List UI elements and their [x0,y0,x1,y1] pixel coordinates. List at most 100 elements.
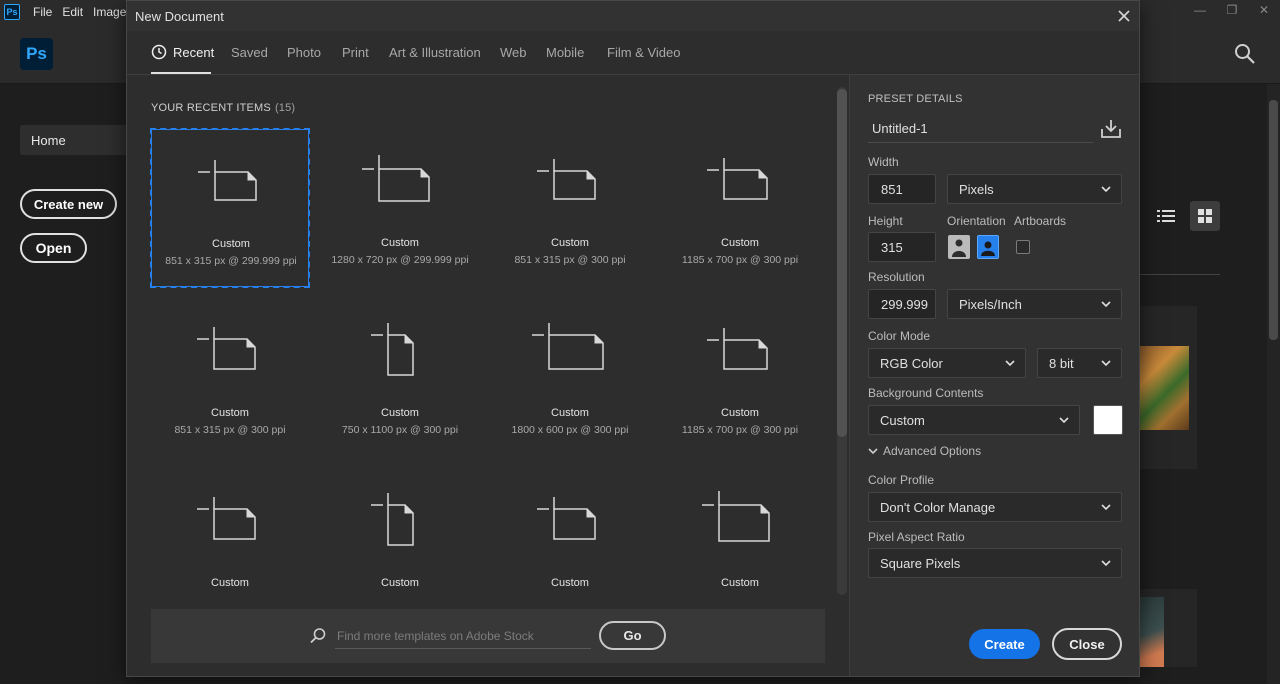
dialog-title: New Document [135,9,224,24]
background-contents-label: Background Contents [868,386,984,400]
artboards-label: Artboards [1014,214,1067,228]
open-button[interactable]: Open [20,233,87,263]
recent-item-name: Custom [551,237,589,249]
grid-view-icon[interactable] [1190,201,1220,231]
list-view-icon[interactable] [1154,204,1178,228]
advanced-options-toggle[interactable]: Advanced Options [868,444,981,458]
document-landscape-icon [702,491,770,542]
app-scrollbar-thumb[interactable] [1269,100,1278,340]
document-name-field[interactable]: Untitled-1 [868,115,1094,143]
pixel-aspect-ratio-label: Pixel Aspect Ratio [868,530,965,544]
recent-item-name: Custom [721,577,759,589]
menu-edit[interactable]: Edit [57,5,88,19]
recent-item[interactable]: Custom 1185 x 700 px @ 300 ppi [661,129,819,287]
preset-details-pane: PRESET DETAILS Untitled-1 Width 851 Pixe… [849,75,1139,676]
artboards-checkbox[interactable] [1016,240,1030,254]
recent-file-thumbnail [1140,597,1164,667]
pixel-aspect-ratio-dropdown[interactable]: Square Pixels [868,548,1122,578]
close-icon[interactable] [1115,7,1133,25]
photoshop-logo: Ps [20,38,53,70]
save-preset-icon[interactable] [1100,117,1122,139]
tab-photo[interactable]: Photo [287,45,321,60]
recent-item[interactable]: Custom 851 x 315 px @ 299.999 ppi [150,128,310,288]
width-label: Width [868,155,899,169]
recent-item[interactable]: Custom 851 x 315 px @ 300 ppi [491,129,649,287]
tab-recent[interactable]: Recent [173,45,214,60]
go-button[interactable]: Go [599,621,666,650]
recent-item[interactable]: Custom [491,469,649,627]
recent-items-scrollbar-thumb[interactable] [837,89,847,437]
tab-art-illustration[interactable]: Art & Illustration [389,45,481,60]
recent-item-name: Custom [551,577,589,589]
background-color-swatch[interactable] [1093,405,1123,435]
resolution-unit-dropdown[interactable]: Pixels/Inch [947,289,1122,319]
create-new-button[interactable]: Create new [20,189,117,219]
chevron-down-icon [1101,186,1111,193]
document-landscape-icon [532,323,604,370]
recent-item-name: Custom [721,237,759,249]
recent-item[interactable]: Custom 1280 x 720 px @ 299.999 ppi [321,129,479,287]
recent-item-name: Custom [381,577,419,589]
tab-web[interactable]: Web [500,45,527,60]
recent-item[interactable]: Custom [661,469,819,627]
menu-file[interactable]: File [28,5,57,19]
landscape-orientation-button[interactable] [977,235,999,259]
create-button[interactable]: Create [969,629,1040,659]
document-landscape-icon [362,155,430,202]
chevron-down-icon [1059,417,1069,424]
width-input[interactable]: 851 [868,174,936,204]
search-icon[interactable] [1234,43,1256,65]
recent-item-size: 851 x 315 px @ 300 ppi [174,424,286,436]
recent-item[interactable]: Custom 851 x 315 px @ 300 ppi [151,299,309,457]
search-icon [310,628,326,644]
preset-details-heading: PRESET DETAILS [868,93,963,105]
bit-depth-dropdown[interactable]: 8 bit [1037,348,1122,378]
color-mode-dropdown[interactable]: RGB Color [868,348,1026,378]
portrait-orientation-button[interactable] [948,235,970,259]
recent-item-name: Custom [211,577,249,589]
recent-item[interactable]: Custom 1185 x 700 px @ 300 ppi [661,299,819,457]
chevron-down-icon [1101,360,1111,367]
background-contents-dropdown[interactable]: Custom [868,405,1080,435]
minimize-icon[interactable]: — [1184,0,1216,20]
window-close-icon[interactable]: ✕ [1248,0,1280,20]
document-landscape-icon [707,328,768,370]
resolution-label: Resolution [868,270,925,284]
recent-item-name: Custom [381,237,419,249]
document-landscape-icon [197,327,256,370]
tab-mobile[interactable]: Mobile [546,45,584,60]
close-button[interactable]: Close [1052,628,1122,660]
width-unit-dropdown[interactable]: Pixels [947,174,1122,204]
ps-app-icon: Ps [4,4,20,20]
height-input[interactable]: 315 [868,232,936,262]
tab-print[interactable]: Print [342,45,369,60]
person-landscape-icon [981,241,995,256]
bg-divider [1140,274,1220,275]
menu-image[interactable]: Image [88,5,131,19]
stock-search-input[interactable] [335,623,591,649]
recent-item-size: 1800 x 600 px @ 300 ppi [511,424,629,436]
recent-item-name: Custom [551,407,589,419]
tab-film-video[interactable]: Film & Video [607,45,680,60]
recent-item-name: Custom [211,407,249,419]
recent-items-count: (15) [274,102,296,114]
tab-saved[interactable]: Saved [231,45,268,60]
color-profile-label: Color Profile [868,473,935,487]
sidebar-item-home[interactable]: Home [20,125,130,155]
document-portrait-icon [371,323,414,376]
document-landscape-icon [537,497,596,540]
recent-item-size: 1280 x 720 px @ 299.999 ppi [331,254,469,266]
recent-item[interactable]: Custom 750 x 1100 px @ 300 ppi [321,299,479,457]
recent-item-name: Custom [721,407,759,419]
recent-item[interactable]: Custom 1800 x 600 px @ 300 ppi [491,299,649,457]
clock-icon [151,44,167,60]
height-label: Height [868,214,903,228]
recent-item[interactable]: Custom [321,469,479,627]
color-profile-dropdown[interactable]: Don't Color Manage [868,492,1122,522]
recent-item-size: 1185 x 700 px @ 300 ppi [681,254,799,266]
person-portrait-icon [952,239,966,257]
adobe-stock-search-bar: Go [151,609,825,663]
restore-icon[interactable]: ❐ [1216,0,1248,20]
resolution-input[interactable]: 299.999 [868,289,936,319]
recent-item[interactable]: Custom [151,469,309,627]
